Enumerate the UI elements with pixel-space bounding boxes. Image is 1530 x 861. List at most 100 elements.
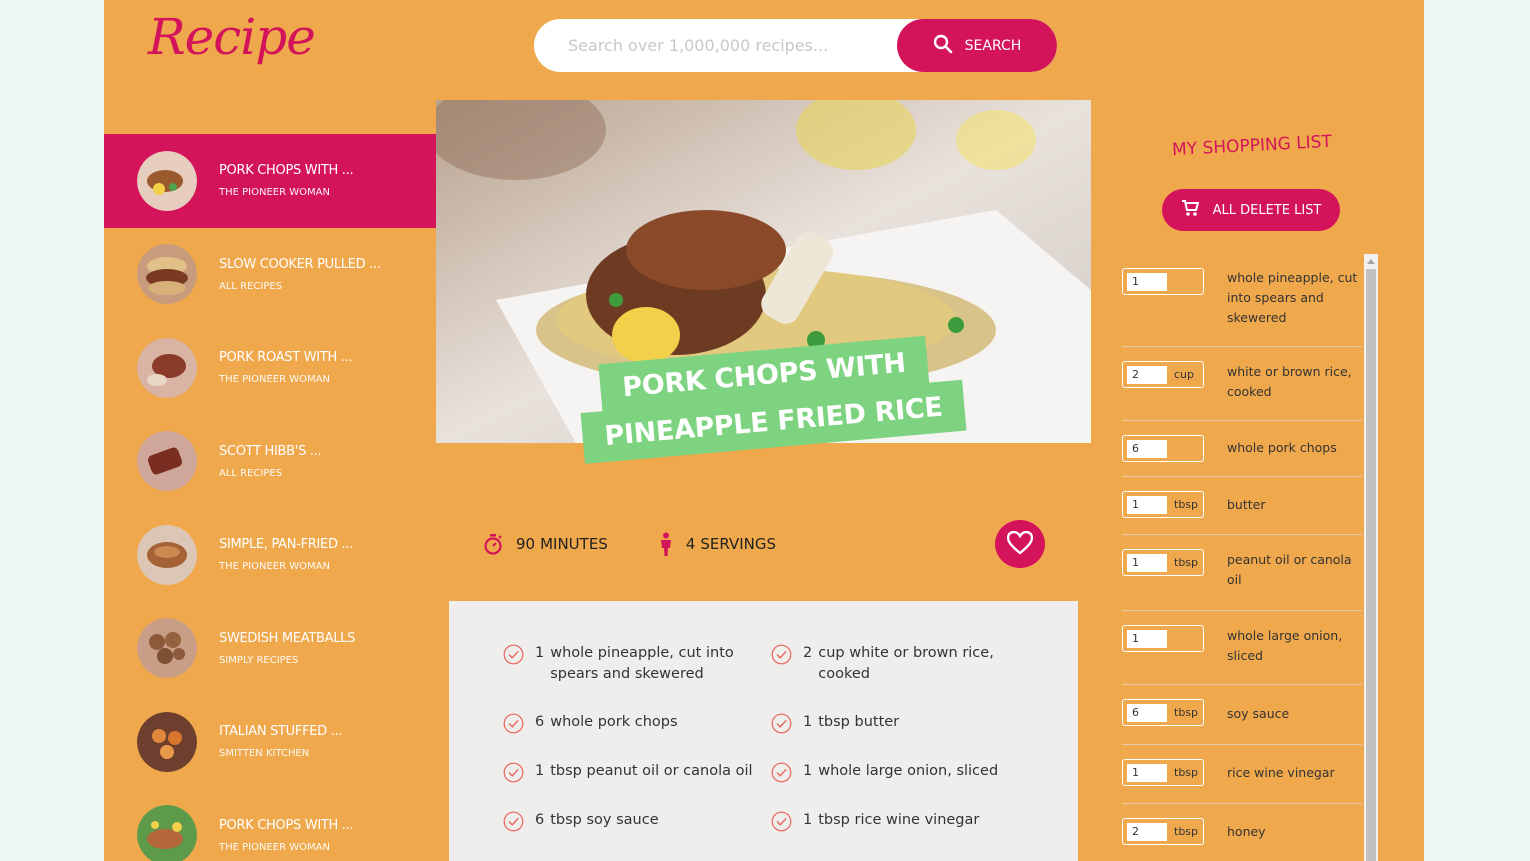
ingredient-text: tbsp rice wine vinegar — [818, 812, 980, 828]
quantity-input[interactable] — [1127, 629, 1167, 648]
shopping-item-desc: honey — [1227, 824, 1266, 839]
delete-all-button[interactable]: ALL DELETE LIST — [1162, 189, 1340, 231]
quantity-input[interactable] — [1127, 822, 1167, 841]
ingredient-count: 1 — [535, 763, 545, 779]
shopping-list: whole pineapple, cut into spears and ske… — [1122, 254, 1362, 861]
quantity-box: tbsp — [1122, 699, 1204, 726]
recipe-thumbnail — [137, 431, 197, 492]
shopping-item: tbsp soy sauce — [1122, 685, 1362, 745]
quantity-box — [1122, 268, 1204, 295]
ingredient-count: 6 — [535, 714, 545, 730]
result-item[interactable]: Pork Chops with ... The Pioneer Woman — [104, 134, 436, 228]
ingredient-count: 2 — [803, 645, 813, 661]
result-item[interactable]: Pork Roast with ... The Pioneer Woman — [104, 321, 436, 415]
quantity-unit: tbsp — [1174, 706, 1199, 719]
quantity-unit: tbsp — [1174, 556, 1199, 569]
ingredient-list: 1 whole pineapple, cut into spears and s… — [503, 643, 1078, 832]
result-publisher: Smitten Kitchen — [219, 748, 310, 760]
ingredient-count: 6 — [535, 812, 545, 828]
result-publisher: All Recipes — [219, 280, 283, 292]
quantity-box: tbsp — [1122, 491, 1204, 518]
result-item[interactable]: Simple, Pan-Fried ... The Pioneer Woman — [104, 508, 436, 602]
result-publisher: The Pioneer Woman — [219, 561, 330, 573]
check-icon — [503, 810, 524, 832]
check-icon — [503, 643, 524, 685]
quantity-input[interactable] — [1127, 365, 1167, 384]
result-title: Slow Cooker Pulled ... — [219, 256, 381, 272]
scroll-up-arrow-icon[interactable] — [1364, 254, 1378, 268]
result-item[interactable]: Swedish Meatballs Simply Recipes — [104, 602, 436, 696]
minutes-value: 90 — [516, 535, 536, 553]
shopping-item-desc: rice wine vinegar — [1227, 765, 1335, 780]
search-form: SEARCH — [534, 19, 1057, 72]
result-publisher: The Pioneer Woman — [219, 374, 330, 386]
ingredient-count: 1 — [803, 763, 813, 779]
quantity-input[interactable] — [1127, 703, 1167, 722]
shopping-list-scrollbar[interactable] — [1364, 254, 1378, 861]
result-title: Italian Stuffed ... — [219, 724, 343, 740]
recipe-thumbnail — [137, 805, 197, 861]
quantity-input[interactable] — [1127, 553, 1167, 572]
like-button[interactable] — [995, 520, 1045, 568]
recipe-thumbnail — [137, 618, 197, 679]
quantity-input[interactable] — [1127, 763, 1167, 782]
ingredient-text: cup white or brown rice, cooked — [818, 645, 994, 682]
quantity-box — [1122, 625, 1204, 652]
ingredient-text: whole large onion, sliced — [818, 763, 999, 779]
quantity-input[interactable] — [1127, 439, 1167, 458]
ingredient-text: whole pork chops — [550, 714, 678, 730]
check-icon — [771, 810, 792, 832]
ingredient-item: 1 tbsp peanut oil or canola oil — [503, 761, 771, 783]
quantity-input[interactable] — [1127, 272, 1167, 291]
result-item[interactable]: Scott Hibb's ... All Recipes — [104, 415, 436, 509]
shopping-item-desc: whole large onion, sliced — [1227, 628, 1343, 663]
recipe-thumbnail — [137, 244, 197, 305]
check-icon — [771, 712, 792, 734]
shopping-item-desc: white or brown rice, cooked — [1227, 364, 1352, 399]
quantity-unit: tbsp — [1174, 766, 1199, 779]
result-item[interactable]: Pork Chops with ... The Pioneer Woman — [104, 789, 436, 861]
heart-icon — [1006, 530, 1034, 558]
search-icon — [933, 34, 953, 58]
shopping-item: cup white or brown rice, cooked — [1122, 347, 1362, 421]
ingredient-item: 1 whole pineapple, cut into spears and s… — [503, 643, 771, 685]
shopping-item: tbsp peanut oil or canola oil — [1122, 535, 1362, 611]
ingredient-text: tbsp butter — [818, 714, 900, 730]
recipe-servings: 4 SERVINGS — [658, 532, 776, 556]
recipe-thumbnail — [137, 150, 197, 211]
search-input[interactable] — [534, 19, 904, 72]
search-button-label: SEARCH — [964, 37, 1022, 54]
ingredient-text: tbsp soy sauce — [550, 812, 659, 828]
recipe-thumbnail — [137, 337, 197, 398]
servings-value: 4 — [685, 535, 696, 553]
check-icon — [771, 643, 792, 685]
result-title: Swedish Meatballs — [219, 630, 356, 646]
scrollbar-thumb[interactable] — [1366, 269, 1376, 861]
quantity-box — [1122, 435, 1204, 462]
quantity-unit: cup — [1174, 368, 1195, 381]
recipe-thumbnail — [137, 711, 197, 772]
ingredient-item: 6 tbsp soy sauce — [503, 810, 771, 832]
logo[interactable]: Recipe — [148, 8, 316, 66]
search-button[interactable]: SEARCH — [897, 19, 1057, 72]
shopping-item-desc: whole pork chops — [1227, 439, 1337, 455]
ingredient-item: 1 whole large onion, sliced — [771, 761, 1039, 783]
ingredient-item: 1 tbsp butter — [771, 712, 1039, 734]
result-publisher: All Recipes — [219, 467, 283, 479]
result-item[interactable]: Italian Stuffed ... Smitten Kitchen — [104, 695, 436, 789]
result-item[interactable]: Slow Cooker Pulled ... All Recipes — [104, 228, 436, 322]
person-icon — [658, 532, 674, 556]
check-icon — [503, 761, 524, 783]
shopping-item: whole pineapple, cut into spears and ske… — [1122, 254, 1362, 347]
results-list: Pork Chops with ... The Pioneer Woman Sl… — [104, 134, 436, 861]
quantity-box: tbsp — [1122, 818, 1204, 845]
recipe-details: 90 MINUTES 4 SERVINGS — [482, 520, 1042, 568]
quantity-input[interactable] — [1127, 495, 1167, 514]
ingredient-item: 6 whole pork chops — [503, 712, 771, 734]
shopping-item-desc: butter — [1227, 496, 1266, 512]
quantity-box: tbsp — [1122, 549, 1204, 576]
ingredient-item: 2 cup white or brown rice, cooked — [771, 643, 1039, 685]
shopping-item: tbsp butter — [1122, 477, 1362, 535]
check-icon — [503, 712, 524, 734]
stopwatch-icon — [482, 533, 504, 555]
